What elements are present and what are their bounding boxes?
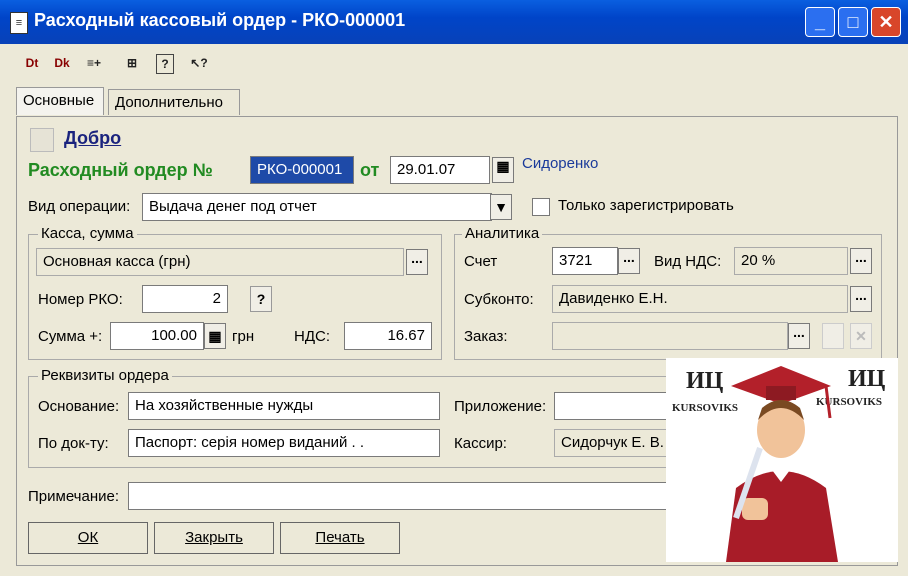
- subconto-label: Субконто:: [464, 291, 534, 308]
- basis-label: Основание:: [38, 398, 120, 415]
- kassa-select-button[interactable]: ...: [406, 249, 428, 275]
- add-line-icon[interactable]: ≡+: [84, 52, 104, 74]
- close-button[interactable]: Закрыть: [154, 522, 274, 554]
- account-label: Счет: [464, 253, 498, 270]
- vat-select-button[interactable]: ...: [850, 248, 872, 274]
- document-icon: ≡: [10, 12, 28, 34]
- date-field[interactable]: 29.01.07: [390, 156, 490, 184]
- calculator-icon[interactable]: ▦: [204, 323, 226, 349]
- order-number-field[interactable]: РКО-000001: [250, 156, 354, 184]
- credit-icon[interactable]: Dk: [52, 52, 72, 74]
- chevron-down-icon[interactable]: ▼: [490, 194, 512, 220]
- currency-label: грн: [232, 328, 255, 345]
- cashier-label: Кассир:: [454, 435, 507, 452]
- dobro-link[interactable]: Добро: [64, 128, 121, 149]
- order-select-button[interactable]: ...: [788, 323, 810, 349]
- account-select-button[interactable]: ...: [618, 248, 640, 274]
- clear-icon[interactable]: ✕: [850, 323, 872, 349]
- graduate-illustration: [726, 366, 838, 562]
- watermark-logo: ИЦ ИЦ KURSOVIKS KURSOVIKS: [666, 358, 898, 562]
- window-title: Расходный кассовый ордер - РКО-000001: [34, 10, 406, 30]
- print-button-label: Печать: [315, 529, 365, 546]
- subconto-field[interactable]: Давиденко Е.Н.: [552, 285, 848, 313]
- calendar-icon[interactable]: ▦: [492, 157, 514, 183]
- sum-label: Сумма +:: [38, 328, 103, 345]
- ok-button[interactable]: ОК: [28, 522, 148, 554]
- analytics-group-title: Аналитика: [462, 225, 543, 242]
- operation-select[interactable]: Выдача денег под отчет: [142, 193, 492, 221]
- rko-number-field[interactable]: 2: [142, 285, 228, 313]
- from-label: от: [360, 160, 380, 180]
- account-field[interactable]: 3721: [552, 247, 618, 275]
- only-register-checkbox[interactable]: [532, 198, 550, 216]
- only-register-label: Только зарегистрировать: [558, 197, 734, 214]
- debit-icon[interactable]: Dt: [22, 52, 42, 74]
- maximize-button[interactable]: □: [838, 7, 868, 37]
- minimize-button[interactable]: _: [805, 7, 835, 37]
- table-icon[interactable]: ⊞: [122, 52, 142, 74]
- order-field[interactable]: [552, 322, 788, 350]
- tab-main[interactable]: Основные: [16, 87, 104, 115]
- nds-field[interactable]: 16.67: [344, 322, 432, 350]
- vat-type-label: Вид НДС:: [654, 253, 722, 270]
- vat-type-field[interactable]: 20 %: [734, 247, 848, 275]
- tab-additional[interactable]: Дополнительно: [108, 89, 240, 115]
- kassa-field[interactable]: Основная касса (грн): [36, 248, 404, 276]
- note-label: Примечание:: [28, 488, 119, 505]
- by-doc-field[interactable]: Паспорт: серія номер виданий . .: [128, 429, 440, 457]
- title-bar[interactable]: ≡ Расходный кассовый ордер - РКО-000001 …: [0, 0, 908, 44]
- print-button[interactable]: Печать: [280, 522, 400, 554]
- rko-number-label: Номер РКО:: [38, 291, 123, 308]
- order-open-button[interactable]: [822, 323, 844, 349]
- requisites-group-title: Реквизиты ордера: [38, 367, 172, 384]
- author-label: Сидоренко: [522, 155, 599, 172]
- close-button-label: Закрыть: [185, 529, 243, 546]
- order-title: Расходный ордер №: [28, 160, 213, 180]
- dobro-indicator: [30, 128, 54, 152]
- order-label: Заказ:: [464, 328, 508, 345]
- attachment-label: Приложение:: [454, 398, 547, 415]
- rko-help-button[interactable]: ?: [250, 286, 272, 312]
- by-doc-label: По док-ту:: [38, 435, 109, 452]
- context-help-icon[interactable]: ↖?: [186, 52, 212, 74]
- basis-field[interactable]: На хозяйственные нужды: [128, 392, 440, 420]
- operation-label: Вид операции:: [28, 198, 131, 215]
- sum-field[interactable]: 100.00: [110, 322, 204, 350]
- help-icon[interactable]: ?: [156, 54, 174, 74]
- kassa-group-title: Касса, сумма: [38, 225, 137, 242]
- close-window-button[interactable]: ✕: [871, 7, 901, 37]
- nds-label: НДС:: [294, 328, 330, 345]
- ok-button-label: ОК: [77, 529, 99, 546]
- subconto-select-button[interactable]: ...: [850, 286, 872, 312]
